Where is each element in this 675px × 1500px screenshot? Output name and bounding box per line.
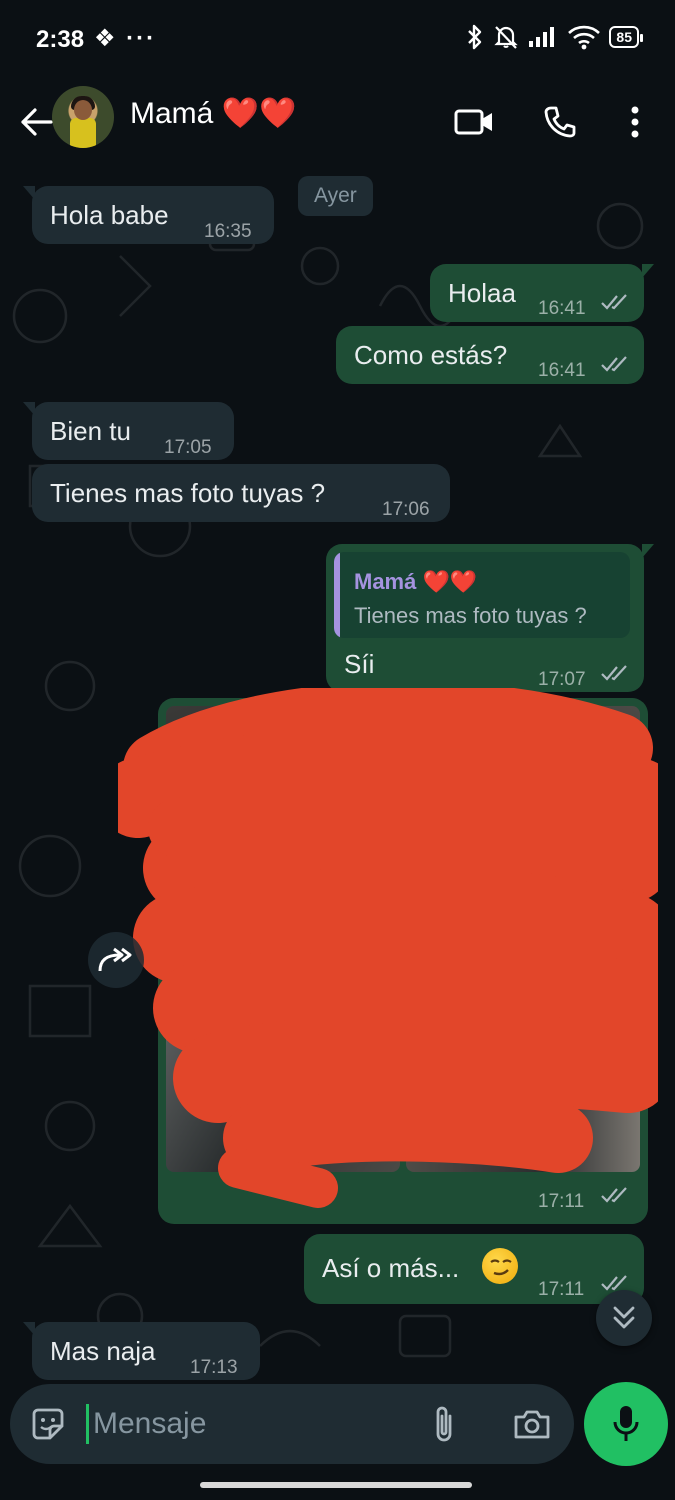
message-text: Holaa: [448, 278, 516, 308]
quoted-text: Tienes mas foto tuyas ?: [354, 603, 587, 628]
quoted-message[interactable]: Mamá ❤️❤️ Tienes mas foto tuyas ?: [334, 552, 630, 638]
message-time: 17:13: [190, 1357, 238, 1378]
message-text: Hola babe: [50, 200, 169, 230]
message-time: 17:07: [538, 669, 586, 690]
message-time: 17:05: [164, 437, 212, 458]
more-options-button[interactable]: [607, 94, 663, 150]
microphone-icon: [613, 1406, 639, 1441]
paperclip-icon: [436, 1406, 452, 1442]
photo-thumbnail[interactable]: [406, 942, 640, 1172]
message-time: 16:41: [538, 360, 586, 381]
message-text: Síi: [344, 649, 375, 679]
message-time: 17:06: [382, 499, 430, 520]
video-call-button[interactable]: [446, 94, 502, 150]
message-time: 17:11: [538, 1279, 585, 1300]
home-indicator[interactable]: [200, 1482, 472, 1488]
contact-name[interactable]: Mamá ❤️❤️: [130, 96, 296, 131]
message-composer: [0, 1380, 675, 1470]
contact-avatar[interactable]: [52, 86, 114, 148]
message-incoming[interactable]: Tienes mas foto tuyas ? 17:06: [32, 464, 450, 522]
quoted-author: Mamá ❤️❤️: [354, 569, 478, 594]
status-time: 2:38: [36, 26, 85, 53]
forward-button[interactable]: [88, 932, 144, 988]
system-navigation-bar: [0, 1470, 675, 1500]
attach-button[interactable]: [418, 1398, 470, 1450]
arrow-left-icon: [21, 108, 53, 136]
message-outgoing[interactable]: Así o más... 17:11: [304, 1234, 644, 1304]
read-ticks-icon: [601, 294, 627, 310]
message-text: Así o más...: [322, 1253, 460, 1283]
more-vertical-icon: [631, 106, 639, 138]
message-outgoing-media[interactable]: 17:11: [118, 688, 658, 1224]
sticker-icon: [32, 1408, 64, 1440]
read-ticks-icon: [601, 1187, 627, 1203]
chat-area[interactable]: Ayer Hola babe 16:35 Holaa 16:41 Como es…: [0, 166, 675, 1380]
camera-icon: [514, 1410, 550, 1439]
scroll-to-bottom-button[interactable]: [596, 1290, 652, 1346]
message-incoming[interactable]: Mas naja 17:13: [23, 1322, 260, 1380]
status-indicators: 85: [465, 24, 643, 50]
video-camera-icon: [454, 109, 492, 135]
message-text: Bien tu: [50, 416, 131, 446]
chat-header: Mamá ❤️❤️: [0, 80, 675, 166]
status-notification-icons: ❖ ···: [94, 25, 157, 52]
photo-thumbnail[interactable]: [406, 706, 640, 936]
message-outgoing-reply[interactable]: Mamá ❤️❤️ Tienes mas foto tuyas ? Síi 17…: [326, 544, 654, 692]
voice-message-button[interactable]: [584, 1382, 668, 1466]
message-input-container[interactable]: [10, 1384, 574, 1464]
message-outgoing[interactable]: Como estás? 16:41: [336, 326, 644, 384]
message-time: 17:11: [538, 1191, 585, 1212]
signal-icon: [529, 27, 555, 47]
phone-icon: [544, 106, 576, 138]
camera-button[interactable]: [506, 1398, 558, 1450]
photo-thumbnail[interactable]: [166, 706, 400, 936]
read-ticks-icon: [601, 356, 627, 372]
message-incoming[interactable]: Hola babe 16:35: [23, 186, 274, 244]
message-text: Mas naja: [50, 1336, 156, 1366]
double-chevron-down-icon: [613, 1306, 635, 1329]
read-ticks-icon: [601, 665, 627, 681]
date-separator: Ayer: [298, 176, 373, 216]
message-incoming[interactable]: Bien tu 17:05: [23, 402, 234, 460]
smirking-face-emoji: [482, 1248, 518, 1284]
message-input[interactable]: [86, 1404, 416, 1444]
message-text: Tienes mas foto tuyas ?: [50, 478, 326, 508]
photo-album-grid[interactable]: [166, 706, 640, 1172]
message-text: Como estás?: [354, 340, 508, 370]
voice-call-button[interactable]: [532, 94, 588, 150]
message-outgoing[interactable]: Holaa 16:41: [430, 264, 654, 322]
bell-muted-icon: [494, 26, 519, 49]
photo-thumbnail[interactable]: [166, 942, 400, 1172]
sticker-button[interactable]: [22, 1398, 74, 1450]
message-time: 16:41: [538, 298, 586, 319]
battery-indicator: 85: [609, 26, 643, 48]
status-bar: 2:38 ❖ ··· 85: [0, 0, 675, 80]
forward-arrow-icon: [98, 947, 132, 972]
bluetooth-icon: [468, 24, 482, 50]
wifi-icon: [568, 25, 601, 50]
message-time: 16:35: [204, 221, 252, 242]
